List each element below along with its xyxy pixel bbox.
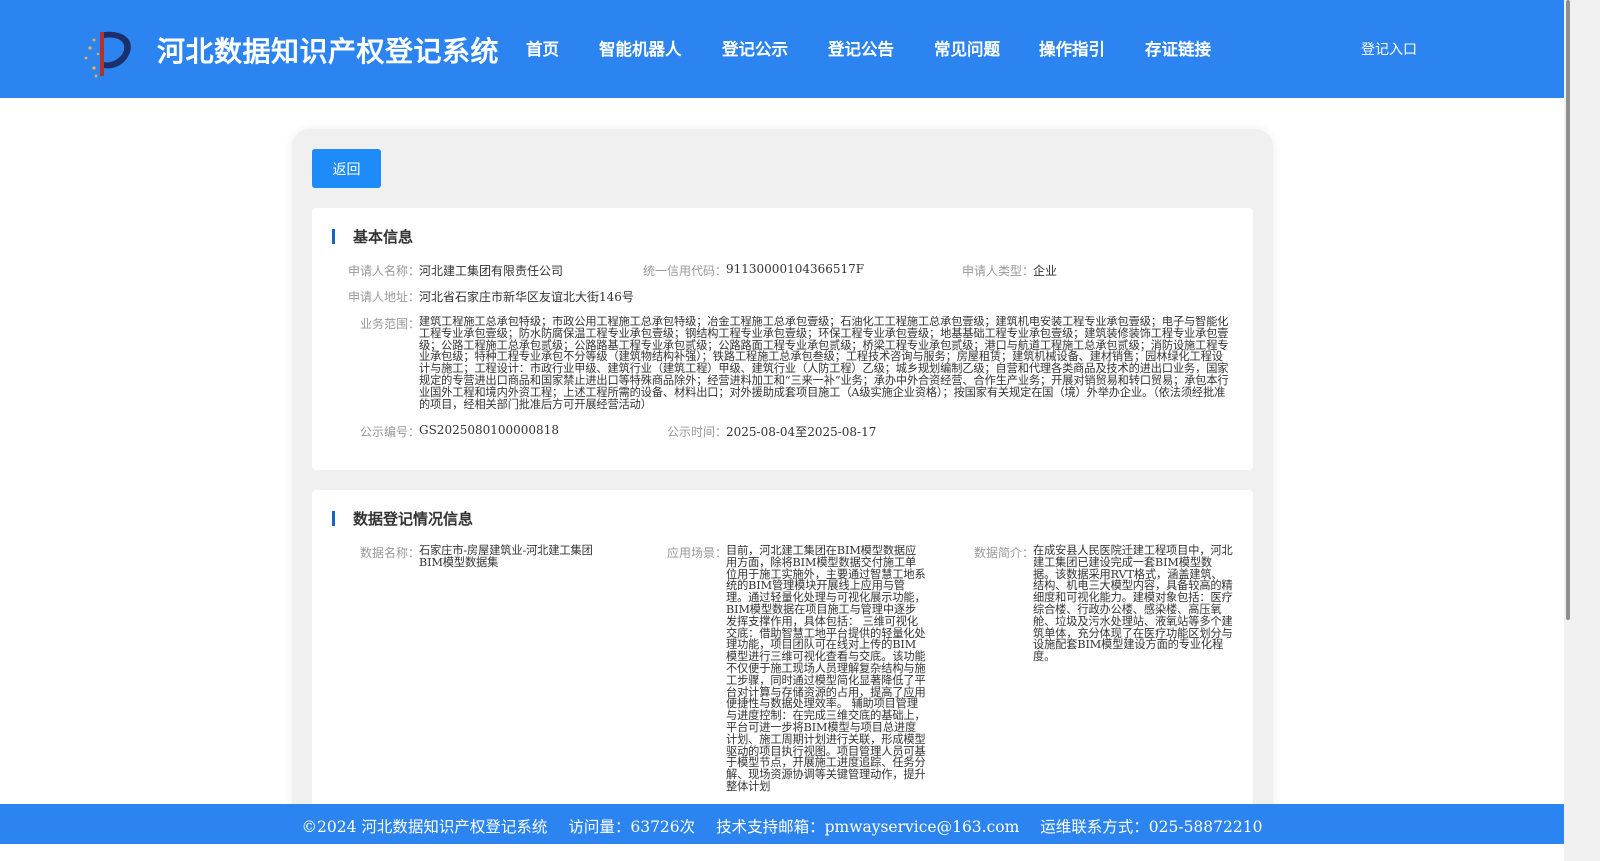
section-marker — [332, 229, 335, 244]
applicant-type-value: 企业 — [1033, 264, 1058, 278]
back-button[interactable]: 返回 — [312, 149, 381, 188]
credit-code-label: 统一信用代码： — [643, 264, 728, 278]
footer-copyright: ©2024 河北数据知识产权登记系统 — [301, 818, 548, 836]
nav-robot[interactable]: 智能机器人 — [599, 36, 682, 60]
pub-no-label: 公示编号： — [360, 425, 421, 439]
main-nav: 首页 智能机器人 登记公示 登记公告 常见问题 操作指引 存证链接 — [0, 36, 1564, 60]
scene-value: 目前，河北建工集团在BIM模型数据应用方面，除将BIM模型数据交付施工单位用于施… — [726, 545, 926, 793]
scrollbar-thumb[interactable] — [1566, 0, 1570, 620]
nav-faq[interactable]: 常见问题 — [934, 36, 1000, 60]
section-marker — [332, 511, 335, 526]
nav-publicity[interactable]: 登记公示 — [722, 36, 788, 60]
intro-value: 在成安县人民医院迁建工程项目中，河北建工集团已建设完成一套BIM模型数据。该数据… — [1033, 544, 1233, 664]
footer-visits: 访问量：63726次 — [568, 818, 696, 836]
data-name-label: 数据名称： — [360, 546, 421, 560]
data-name-value: 石家庄市-房屋建筑业-河北建工集团BIM模型数据集 — [419, 544, 593, 569]
nav-evidence-link[interactable]: 存证链接 — [1145, 36, 1211, 60]
pub-no-value: GS2025080100000818 — [419, 423, 559, 437]
nav-announcement[interactable]: 登记公告 — [828, 36, 894, 60]
applicant-type-label: 申请人类型： — [962, 264, 1035, 278]
nav-guide[interactable]: 操作指引 — [1039, 36, 1105, 60]
footer-email: 技术支持邮箱：pmwayservice@163.com — [716, 818, 1020, 836]
basic-info-card: 基本信息 申请人名称： 河北建工集团有限责任公司 统一信用代码： 9113000… — [312, 208, 1253, 470]
footer-text: ©2024 河北数据知识产权登记系统 访问量：63726次 技术支持邮箱：pmw… — [0, 815, 1564, 837]
scope-value: 建筑工程施工总承包特级；市政公用工程施工总承包特级；冶金工程施工总承包壹级；石油… — [419, 316, 1229, 411]
page-footer: ©2024 河北数据知识产权登记系统 访问量：63726次 技术支持邮箱：pmw… — [0, 804, 1564, 844]
address-value: 河北省石家庄市新华区友谊北大街146号 — [419, 290, 634, 304]
intro-label: 数据简介： — [974, 546, 1035, 560]
pub-time-value: 2025-08-04至2025-08-17 — [726, 425, 877, 439]
credit-code-value: 91130000104366517F — [726, 262, 865, 276]
login-link[interactable]: 登记入口 — [1361, 39, 1417, 59]
scope-label: 业务范围： — [360, 317, 421, 331]
address-label: 申请人地址： — [348, 290, 421, 304]
top-header: 河北数据知识产权登记系统 首页 智能机器人 登记公示 登记公告 常见问题 操作指… — [0, 0, 1564, 98]
footer-phone: 运维联系方式：025-58872210 — [1040, 818, 1263, 836]
pub-time-label: 公示时间： — [667, 425, 728, 439]
nav-home[interactable]: 首页 — [526, 36, 559, 60]
scene-label: 应用场景： — [667, 546, 728, 560]
applicant-name-value: 河北建工集团有限责任公司 — [419, 264, 564, 278]
applicant-name-label: 申请人名称： — [348, 264, 421, 278]
